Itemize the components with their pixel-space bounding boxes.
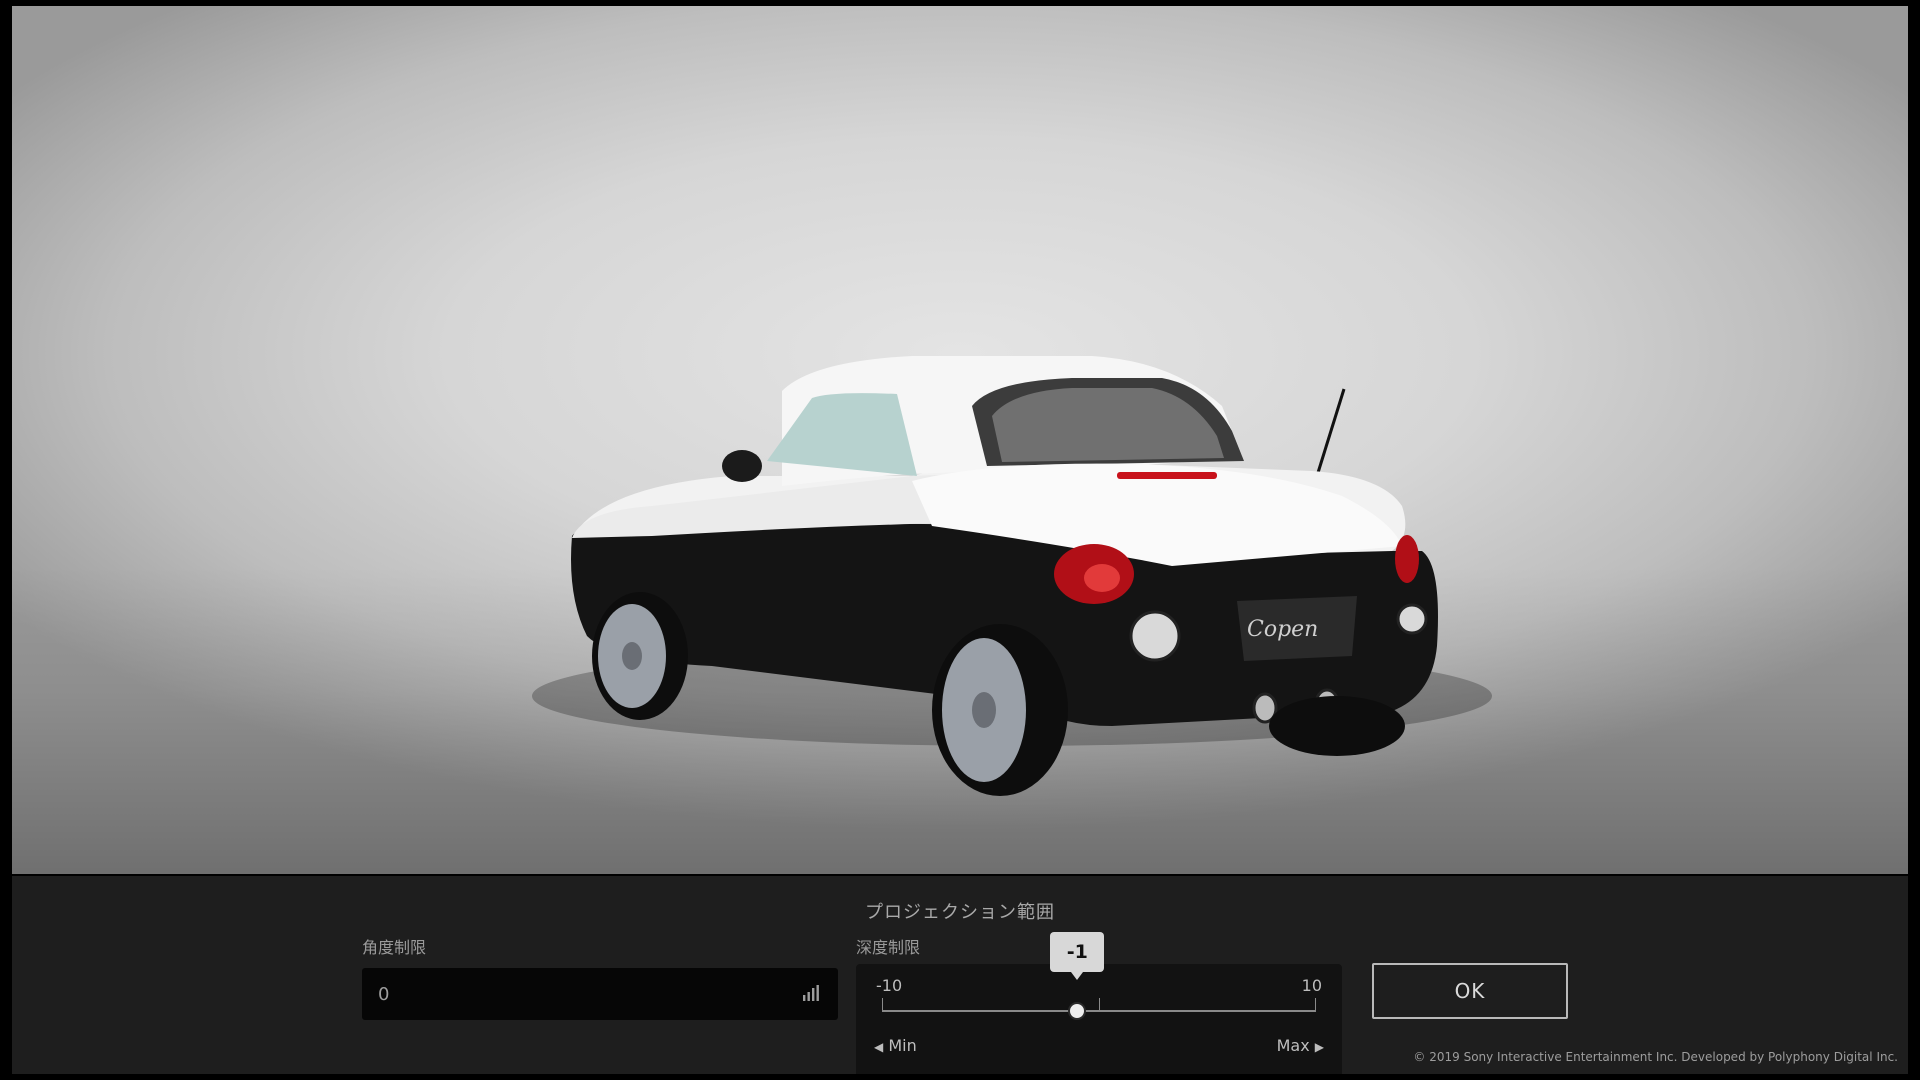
depth-range-max: 10: [1301, 976, 1322, 995]
car-badge-text: Copen: [1247, 617, 1318, 642]
angle-limit-value: 0: [378, 984, 390, 1005]
slider-tick-center: [1099, 998, 1100, 1012]
max-button[interactable]: Max ▶: [1277, 1036, 1324, 1055]
min-button[interactable]: ◀ Min: [874, 1036, 917, 1055]
angle-limit-field[interactable]: 0: [362, 968, 838, 1020]
ok-button[interactable]: OK: [1372, 963, 1568, 1019]
depth-limit-label: 深度制限: [856, 938, 921, 957]
slider-value-tooltip: -1: [1050, 932, 1105, 980]
max-button-label: Max: [1276, 1036, 1310, 1055]
slider-tick-max: [1315, 998, 1316, 1012]
depth-limit-slider[interactable]: -10 10 ◀ Min Max ▶: [856, 964, 1342, 1074]
depth-range-min: -10: [876, 976, 903, 995]
min-button-label: Min: [888, 1036, 917, 1055]
slider-tick-min: [882, 998, 883, 1012]
car-model-image: Copen: [532, 356, 1492, 796]
angle-limit-label: 角度制限: [362, 938, 427, 957]
panel-title: プロジェクション範囲: [865, 902, 1055, 923]
copyright-notice: © 2019 Sony Interactive Entertainment In…: [1413, 1050, 1898, 1064]
triangle-left-icon: ◀: [874, 1040, 884, 1054]
signal-bars-icon: [803, 985, 819, 1001]
triangle-right-icon: ▶: [1314, 1040, 1324, 1054]
car-preview-viewport: Copen: [12, 6, 1908, 874]
slider-knob[interactable]: [1068, 1002, 1087, 1020]
projection-range-panel: プロジェクション範囲 角度制限 0 深度制限 -10 10 ◀ Min Max …: [12, 876, 1908, 1074]
screen-frame: Copen プロジェクション範囲 角度制限 0 深度制限 -10 10 ◀ Mi…: [0, 0, 1920, 1080]
